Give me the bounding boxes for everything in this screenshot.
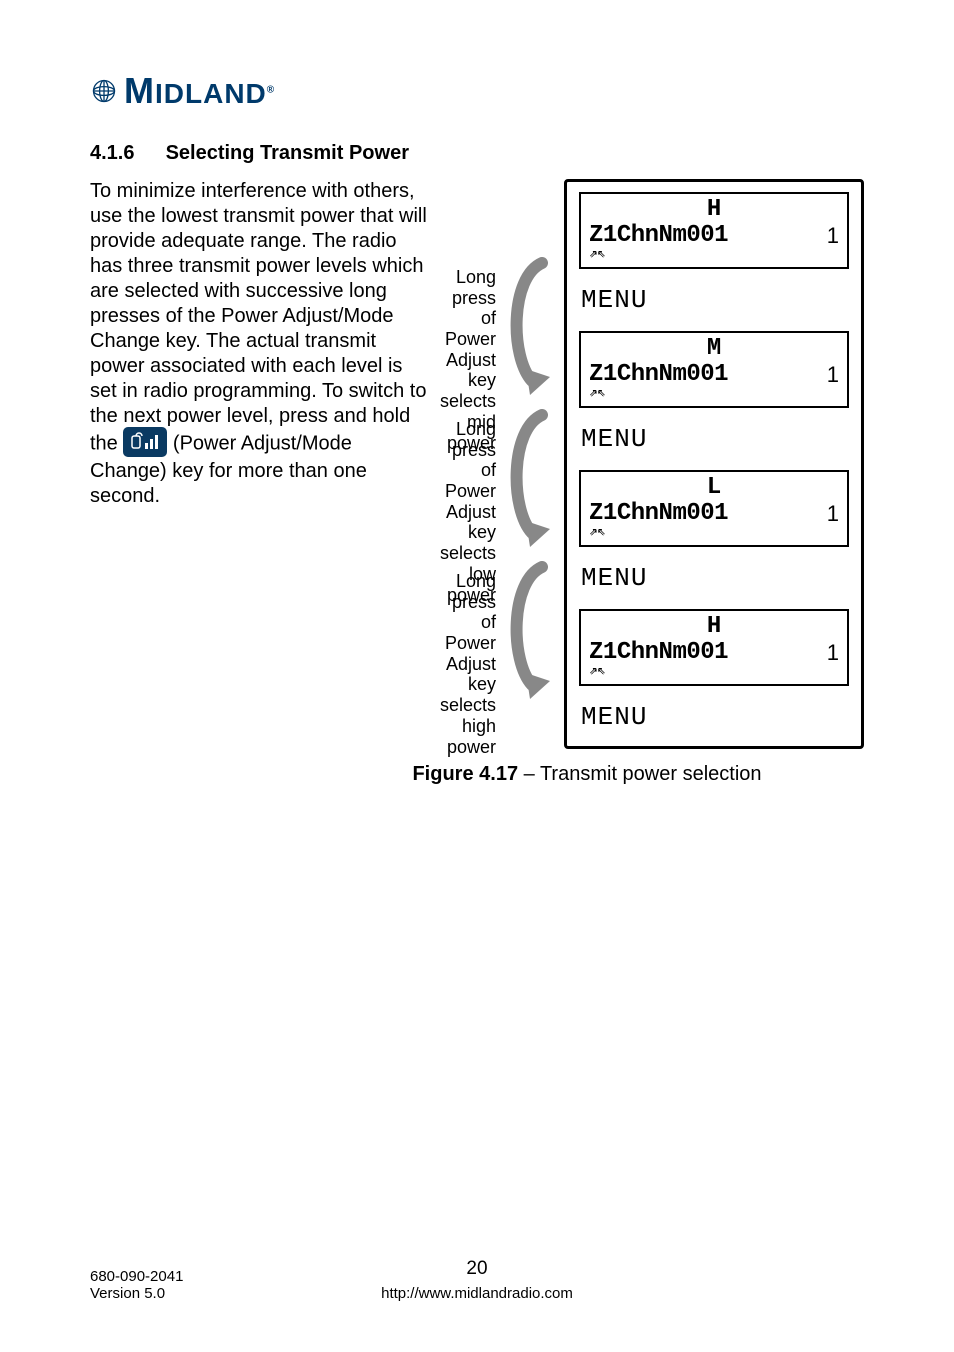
power-indicator: H	[589, 615, 839, 639]
antenna-icon: ⇗⇖	[589, 247, 839, 261]
lcd-screen: H Z1ChnNm001 1 ⇗⇖	[579, 609, 849, 686]
body-text-a: To minimize interference with others, us…	[90, 180, 427, 427]
diagram: Long pressof PowerAdjust keyselects midp…	[440, 179, 864, 749]
lcd-screen: M Z1ChnNm001 1 ⇗⇖	[579, 331, 849, 408]
lcd-screen: H Z1ChnNm001 1 ⇗⇖	[579, 192, 849, 269]
screens-container: H Z1ChnNm001 1 ⇗⇖ MENU M Z1ChnNm001 1 ⇗⇖	[564, 179, 864, 749]
figure-number: Figure 4.17	[412, 763, 518, 785]
channel-name: Z1ChnNm001	[589, 222, 728, 249]
section-heading: 4.1.6 Selecting Transmit Power	[90, 142, 864, 165]
page-number: 20	[90, 1258, 864, 1280]
body-paragraph: To minimize interference with others, us…	[90, 179, 430, 509]
antenna-icon: ⇗⇖	[589, 664, 839, 678]
section-number: 4.1.6	[90, 142, 160, 165]
channel-number: 1	[827, 223, 839, 249]
menu-label: MENU	[579, 563, 849, 593]
body-text-pre: the	[90, 432, 123, 454]
antenna-icon: ⇗⇖	[589, 386, 839, 400]
diagram-label: Long pressof PowerAdjust keyselects midp…	[440, 267, 496, 419]
arrow-down-icon	[502, 555, 558, 707]
lcd-screen: L Z1ChnNm001 1 ⇗⇖	[579, 470, 849, 547]
arrow-down-icon	[502, 251, 558, 403]
channel-number: 1	[827, 640, 839, 666]
figure-caption: Figure 4.17 – Transmit power selection	[310, 763, 864, 786]
globe-icon	[90, 77, 118, 105]
power-indicator: L	[589, 476, 839, 500]
menu-label: MENU	[579, 285, 849, 315]
menu-label: MENU	[579, 424, 849, 454]
channel-name: Z1ChnNm001	[589, 639, 728, 666]
channel-name: Z1ChnNm001	[589, 361, 728, 388]
diagram-label: Long pressof PowerAdjust keyselects lowp…	[440, 419, 496, 571]
power-indicator: H	[589, 198, 839, 222]
brand-name: MIDLAND®	[124, 70, 275, 112]
channel-name: Z1ChnNm001	[589, 500, 728, 527]
antenna-icon: ⇗⇖	[589, 525, 839, 539]
diagram-label: Long pressof PowerAdjust keyselects high…	[440, 571, 496, 723]
brand-logo: MIDLAND®	[90, 70, 864, 112]
arrow-down-icon	[502, 403, 558, 555]
channel-number: 1	[827, 501, 839, 527]
channel-number: 1	[827, 362, 839, 388]
figure-title: – Transmit power selection	[518, 763, 761, 785]
section-title: Selecting Transmit Power	[166, 142, 409, 164]
power-indicator: M	[589, 337, 839, 361]
menu-label: MENU	[579, 702, 849, 732]
power-adjust-mode-key-icon	[123, 427, 167, 457]
footer-url: http://www.midlandradio.com	[90, 1285, 864, 1302]
